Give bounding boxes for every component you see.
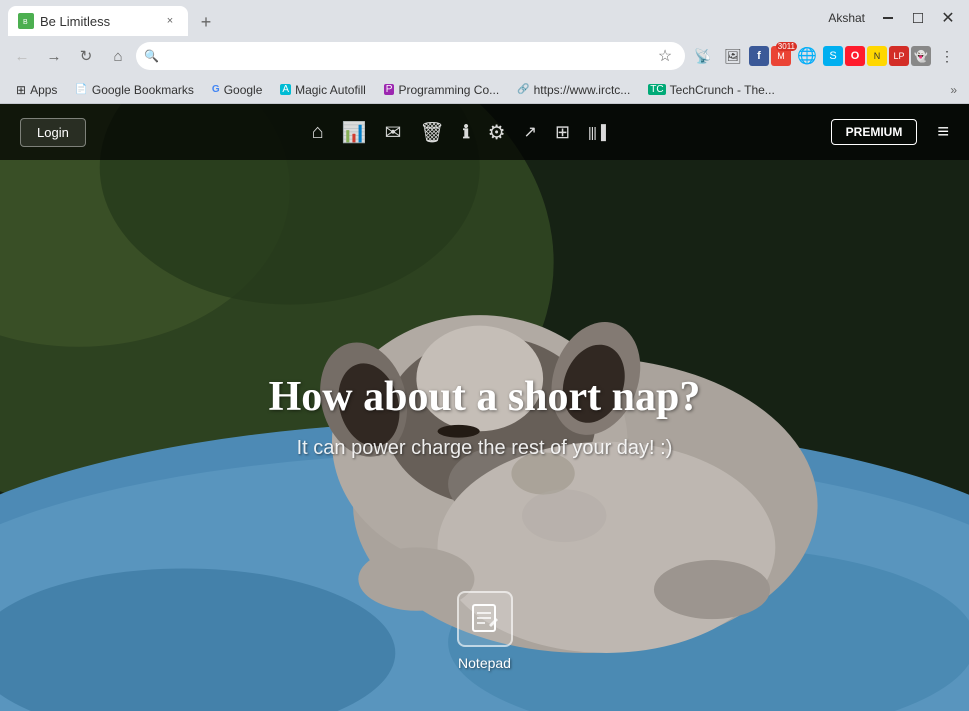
hero-subtitle: It can power charge the rest of your day… bbox=[269, 437, 701, 460]
facebook-extension-icon[interactable]: f bbox=[749, 46, 769, 66]
screenshot-icon[interactable]: 🖼 bbox=[719, 42, 747, 70]
cast-icon[interactable]: 📡 bbox=[689, 42, 717, 70]
svg-text:B: B bbox=[23, 19, 28, 26]
reload-button[interactable]: ↻ bbox=[72, 42, 100, 70]
bookmark-programming[interactable]: P Programming Co... bbox=[376, 81, 507, 99]
bookmark-magic-autofill-label: Magic Autofill bbox=[295, 83, 366, 97]
more-options-button[interactable]: ⋮ bbox=[933, 42, 961, 70]
profile-button[interactable]: Akshat bbox=[822, 9, 871, 27]
search-icon: 🔍 bbox=[144, 49, 159, 63]
bookmark-google-bookmarks-label: Google Bookmarks bbox=[92, 83, 194, 97]
bookmark-irctc-label: https://www.irctc... bbox=[534, 83, 631, 97]
notepad-label: Notepad bbox=[458, 655, 511, 671]
tab-strip: B Be Limitless × + bbox=[0, 0, 814, 36]
grid-app-icon[interactable]: ⊞ bbox=[555, 122, 570, 143]
tab-favicon: B bbox=[18, 13, 34, 29]
bookmarks-bar: ⊞ Apps 📄 Google Bookmarks G Google A Mag… bbox=[0, 76, 969, 104]
bookmark-apps-label: Apps bbox=[30, 83, 57, 97]
notepad-icon bbox=[457, 591, 513, 647]
bookmark-apps[interactable]: ⊞ Apps bbox=[8, 81, 65, 99]
ghost-extension-icon[interactable]: 👻 bbox=[911, 46, 931, 66]
chrome-icon[interactable]: 🌐 bbox=[793, 42, 821, 70]
share-app-icon[interactable]: ↗ bbox=[524, 122, 537, 142]
home-app-icon[interactable]: ⌂ bbox=[312, 121, 324, 144]
title-bar: B Be Limitless × + Akshat ✕ bbox=[0, 0, 969, 36]
app-toolbar-icons: ⌂ 📊 ✉ 🗑 ℹ ⚙ ↗ ⊞ |||▐ bbox=[312, 120, 605, 145]
bookmark-star-icon[interactable]: ☆ bbox=[651, 42, 679, 70]
skype-extension-icon[interactable]: S bbox=[823, 46, 843, 66]
close-button[interactable]: ✕ bbox=[935, 9, 961, 27]
back-button[interactable]: ← bbox=[8, 42, 36, 70]
hero-title: How about a short nap? bbox=[269, 373, 701, 421]
bookmark-google[interactable]: G Google bbox=[204, 81, 270, 99]
app-toolbar: Login ⌂ 📊 ✉ 🗑 ℹ ⚙ ↗ ⊞ |||▐ PREMIUM ≡ bbox=[0, 104, 969, 160]
bookmark-techcrunch-label: TechCrunch - The... bbox=[670, 83, 775, 97]
address-bar-wrapper: 🔍 ☆ bbox=[136, 42, 685, 70]
forward-button[interactable]: → bbox=[40, 42, 68, 70]
bookmark-programming-label: Programming Co... bbox=[398, 83, 499, 97]
navigation-toolbar: ← → ↻ ⌂ 🔍 ☆ 📡 🖼 f M 3011 🌐 S O N LP 👻 bbox=[0, 36, 969, 76]
address-input[interactable] bbox=[136, 42, 685, 70]
lastpass-extension-icon[interactable]: LP bbox=[889, 46, 909, 66]
tab-title: Be Limitless bbox=[40, 14, 156, 29]
notepad-widget[interactable]: Notepad bbox=[457, 591, 513, 671]
home-button[interactable]: ⌂ bbox=[104, 42, 132, 70]
mail-app-icon[interactable]: ✉ bbox=[385, 120, 402, 145]
gmail-extension-wrapper: M 3011 bbox=[771, 46, 791, 66]
minimize-button[interactable] bbox=[875, 9, 901, 27]
opera-extension-icon[interactable]: O bbox=[845, 46, 865, 66]
hero-content: How about a short nap? It can power char… bbox=[269, 373, 701, 460]
bookmark-techcrunch[interactable]: TC TechCrunch - The... bbox=[640, 81, 783, 99]
bookmarks-more-button[interactable]: » bbox=[946, 81, 961, 99]
premium-button[interactable]: PREMIUM bbox=[831, 119, 918, 145]
settings-app-icon[interactable]: ⚙ bbox=[488, 120, 506, 145]
extensions-area: 📡 🖼 f M 3011 🌐 S O N LP 👻 ⋮ bbox=[689, 42, 961, 70]
active-tab[interactable]: B Be Limitless × bbox=[8, 6, 188, 36]
tab-close-button[interactable]: × bbox=[162, 13, 178, 29]
chrome-frame: B Be Limitless × + Akshat ✕ ← → ↻ ⌂ 🔍 bbox=[0, 0, 969, 711]
bookmark-google-bookmarks[interactable]: 📄 Google Bookmarks bbox=[67, 81, 202, 99]
stats-app-icon[interactable]: 📊 bbox=[342, 120, 367, 145]
audio-app-icon[interactable]: |||▐ bbox=[588, 124, 605, 140]
window-controls: Akshat ✕ bbox=[814, 0, 969, 36]
maximize-button[interactable] bbox=[905, 9, 931, 27]
norton-extension-icon[interactable]: N bbox=[867, 46, 887, 66]
bookmark-irctc[interactable]: 🔗 https://www.irctc... bbox=[509, 81, 638, 99]
info-app-icon[interactable]: ℹ bbox=[463, 122, 470, 143]
bookmark-magic-autofill[interactable]: A Magic Autofill bbox=[272, 81, 373, 99]
trash-app-icon[interactable]: 🗑 bbox=[419, 120, 444, 145]
page-content: Login ⌂ 📊 ✉ 🗑 ℹ ⚙ ↗ ⊞ |||▐ PREMIUM ≡ How… bbox=[0, 104, 969, 711]
new-tab-button[interactable]: + bbox=[192, 8, 220, 36]
bookmark-google-label: Google bbox=[224, 83, 263, 97]
gmail-badge: 3011 bbox=[776, 42, 797, 51]
login-button[interactable]: Login bbox=[20, 118, 86, 147]
list-view-icon[interactable]: ≡ bbox=[937, 121, 949, 144]
